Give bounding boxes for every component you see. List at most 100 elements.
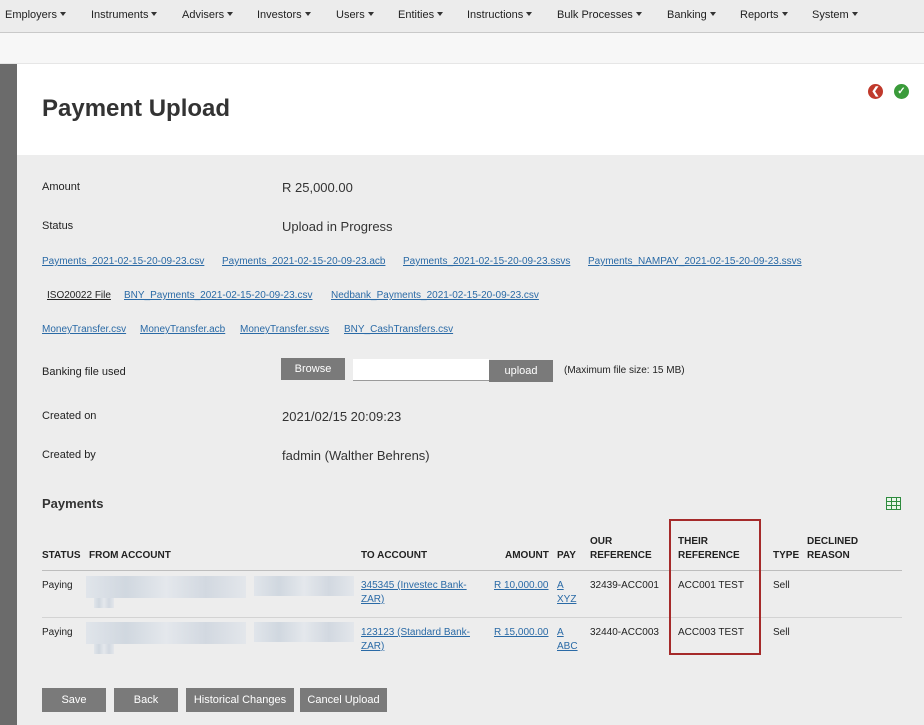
pay-link[interactable]: A <box>557 579 564 593</box>
created-by-label: Created by <box>42 449 96 461</box>
to-account-link[interactable]: ZAR) <box>361 593 384 607</box>
file-link-bny-cashtransfers[interactable]: BNY_CashTransfers.csv <box>344 324 453 335</box>
nav-label: Bulk Processes <box>557 9 633 21</box>
our-reference: 32439-ACC001 <box>590 580 659 591</box>
to-account-link[interactable]: 345345 (Investec Bank- <box>361 579 467 593</box>
caret-down-icon <box>635 12 642 17</box>
nav-investors[interactable]: Investors <box>257 9 311 21</box>
page-header: Payment Upload ❮ ✓ <box>17 64 924 155</box>
nav-employers[interactable]: Employers <box>5 9 66 21</box>
caret-down-icon <box>304 12 311 17</box>
upload-button[interactable]: upload <box>489 360 553 382</box>
redacted-from-account <box>254 622 354 642</box>
row-status: Paying <box>42 627 73 638</box>
left-rail <box>0 64 17 725</box>
cancel-upload-button[interactable]: Cancel Upload <box>300 688 387 712</box>
caret-down-icon <box>151 12 158 17</box>
check-circle-icon[interactable]: ✓ <box>894 84 909 99</box>
pay-link[interactable]: ABC <box>557 640 578 654</box>
col-header-from-account: FROM ACCOUNT <box>89 550 171 561</box>
nav-advisers[interactable]: Advisers <box>182 9 234 21</box>
top-nav: Employers Instruments Advisers Investors… <box>0 0 924 33</box>
caret-down-icon <box>526 12 533 17</box>
col-header-declined-reason-line2: REASON <box>807 550 850 561</box>
created-on-value: 2021/02/15 20:09:23 <box>282 409 402 424</box>
file-link-iso20022[interactable]: ISO20022 File <box>47 290 111 301</box>
our-reference: 32440-ACC003 <box>590 627 659 638</box>
nav-label: Investors <box>257 9 302 21</box>
to-account-link[interactable]: 123123 (Standard Bank- <box>361 626 470 640</box>
caret-down-icon <box>851 12 858 17</box>
sub-toolbar <box>0 33 924 64</box>
nav-users[interactable]: Users <box>336 9 374 21</box>
file-link-payments-acb[interactable]: Payments_2021-02-15-20-09-23.acb <box>222 256 385 267</box>
to-account-link[interactable]: ZAR) <box>361 640 384 654</box>
pay-link[interactable]: A <box>557 626 564 640</box>
file-link-moneytransfer-csv[interactable]: MoneyTransfer.csv <box>42 324 126 335</box>
nav-instructions[interactable]: Instructions <box>467 9 533 21</box>
nav-label: Banking <box>667 9 707 21</box>
file-link-payments-csv[interactable]: Payments_2021-02-15-20-09-23.csv <box>42 256 204 267</box>
amount-link[interactable]: R 10,000.00 <box>494 579 549 593</box>
back-circle-icon[interactable]: ❮ <box>868 84 883 99</box>
max-file-size-note: (Maximum file size: 15 MB) <box>564 365 685 376</box>
file-link-moneytransfer-acb[interactable]: MoneyTransfer.acb <box>140 324 225 335</box>
back-button[interactable]: Back <box>114 688 178 712</box>
save-button[interactable]: Save <box>42 688 106 712</box>
pay-link[interactable]: XYZ <box>557 593 576 607</box>
status-label: Status <box>42 220 74 232</box>
amount-label: Amount <box>42 181 80 193</box>
caret-down-icon <box>367 12 374 17</box>
col-header-declined-reason-line1: DECLINED <box>807 536 859 547</box>
col-header-type: TYPE <box>773 550 800 561</box>
created-by-value: fadmin (Walther Behrens) <box>282 448 430 463</box>
their-reference-highlight <box>669 519 761 655</box>
nav-reports[interactable]: Reports <box>740 9 788 21</box>
nav-entities[interactable]: Entities <box>398 9 444 21</box>
nav-instruments[interactable]: Instruments <box>91 9 158 21</box>
nav-label: Employers <box>5 9 57 21</box>
redacted-from-account <box>94 598 114 608</box>
file-link-payments-ssvs[interactable]: Payments_2021-02-15-20-09-23.ssvs <box>403 256 570 267</box>
col-header-status: STATUS <box>42 550 81 561</box>
status-value: Upload in Progress <box>282 219 393 234</box>
banking-file-label: Banking file used <box>42 366 126 378</box>
file-link-nedbank-payments[interactable]: Nedbank_Payments_2021-02-15-20-09-23.csv <box>331 290 539 301</box>
main-content: Amount R 25,000.00 Status Upload in Prog… <box>17 155 924 725</box>
payments-section-title: Payments <box>42 496 104 511</box>
file-path-input[interactable] <box>353 359 489 381</box>
row-divider <box>42 617 902 618</box>
amount-link[interactable]: R 15,000.00 <box>494 626 549 640</box>
nav-bulk-processes[interactable]: Bulk Processes <box>557 9 642 21</box>
nav-label: Instruments <box>91 9 149 21</box>
nav-label: System <box>812 9 849 21</box>
nav-label: Instructions <box>467 9 524 21</box>
caret-down-icon <box>709 12 716 17</box>
browse-button[interactable]: Browse <box>281 358 345 380</box>
col-header-pay: PAY <box>557 550 576 561</box>
file-link-moneytransfer-ssvs[interactable]: MoneyTransfer.ssvs <box>240 324 329 335</box>
col-header-amount: AMOUNT <box>505 550 549 561</box>
payment-type: Sell <box>773 627 790 638</box>
caret-down-icon <box>437 12 444 17</box>
historical-changes-button[interactable]: Historical Changes <box>186 688 294 712</box>
nav-label: Users <box>336 9 365 21</box>
col-header-our-reference-line1: OUR <box>590 536 613 547</box>
nav-system[interactable]: System <box>812 9 858 21</box>
nav-banking[interactable]: Banking <box>667 9 716 21</box>
redacted-from-account <box>86 622 246 644</box>
payment-type: Sell <box>773 580 790 591</box>
caret-down-icon <box>227 12 234 17</box>
nav-label: Entities <box>398 9 435 21</box>
amount-value: R 25,000.00 <box>282 180 353 195</box>
spreadsheet-export-icon[interactable] <box>886 497 901 510</box>
caret-down-icon <box>781 12 788 17</box>
nav-label: Reports <box>740 9 779 21</box>
page-title: Payment Upload <box>42 95 231 122</box>
col-header-our-reference-line2: REFERENCE <box>590 550 652 561</box>
row-status: Paying <box>42 580 73 591</box>
file-link-bny-payments[interactable]: BNY_Payments_2021-02-15-20-09-23.csv <box>124 290 312 301</box>
nav-label: Advisers <box>182 9 225 21</box>
file-link-payments-nampay[interactable]: Payments_NAMPAY_2021-02-15-20-09-23.ssvs <box>588 256 802 267</box>
created-on-label: Created on <box>42 410 97 422</box>
